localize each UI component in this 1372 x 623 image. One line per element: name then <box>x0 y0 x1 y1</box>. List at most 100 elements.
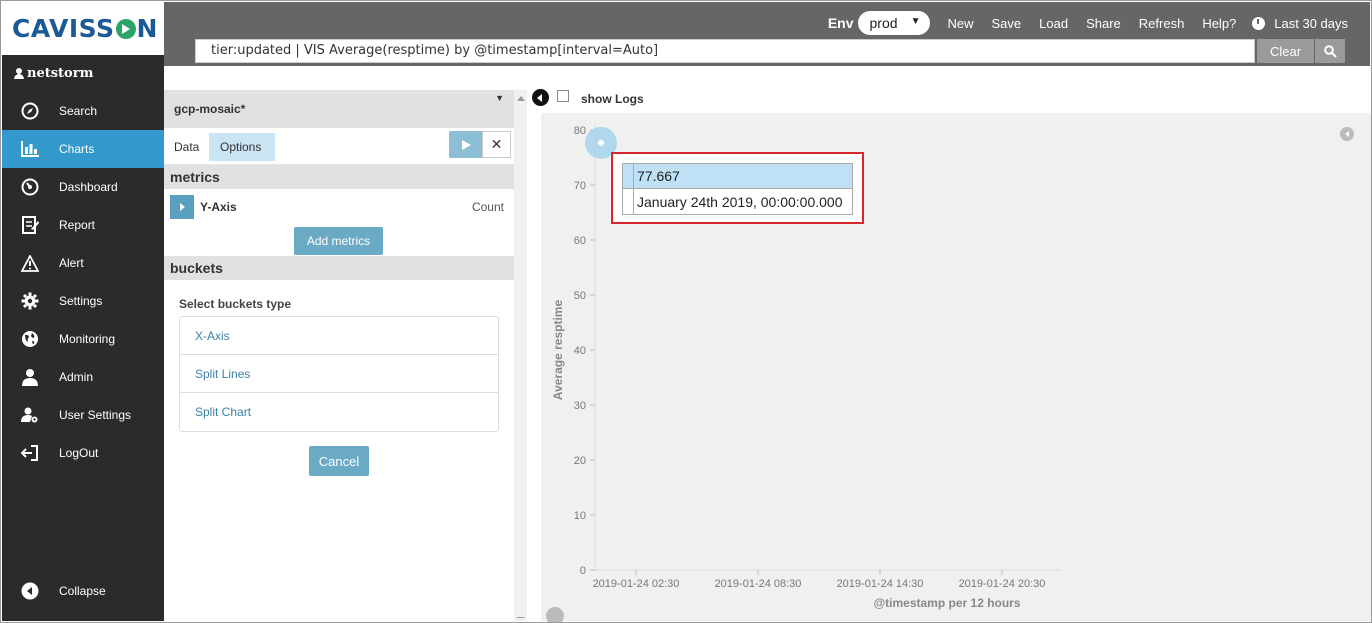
sidebar-item-settings[interactable]: Settings <box>2 282 164 320</box>
sidebar-item-alert[interactable]: Alert <box>2 244 164 282</box>
apply-button[interactable] <box>449 131 482 158</box>
tooltip-gutter <box>623 164 634 188</box>
clear-button[interactable]: Clear <box>1257 39 1314 63</box>
alert-icon <box>20 253 40 273</box>
buckets-header: buckets <box>164 256 514 280</box>
sidebar-item-label: Search <box>59 104 98 118</box>
logout-icon <box>20 443 40 463</box>
sidebar-item-label: Settings <box>59 294 103 308</box>
collapse-button[interactable]: Collapse <box>2 579 164 603</box>
tooltip-row: 77.667 <box>623 164 852 189</box>
y-axis-title: Average resptime <box>551 300 565 401</box>
user-name: netstorm <box>2 55 164 92</box>
query-input[interactable]: tier:updated | VIS Average(resptime) by … <box>195 39 1255 63</box>
sidebar-item-monitoring[interactable]: Monitoring <box>2 320 164 358</box>
bucket-split-lines[interactable]: Split Lines <box>180 355 498 393</box>
sidebar-item-label: Report <box>59 218 96 232</box>
gear-icon <box>20 291 40 311</box>
top-bar: Env prod ▼ New Save Load Share Refresh H… <box>164 2 1370 66</box>
sidebar-item-dashboard[interactable]: Dashboard <box>2 168 164 206</box>
sidebar-item-label: Charts <box>59 142 95 156</box>
tooltip-row: January 24th 2019, 00:00:00.000 <box>623 189 852 214</box>
select-buckets-label: Select buckets type <box>179 297 292 311</box>
discard-button[interactable]: ✕ <box>482 131 511 158</box>
y-tick-label: 10 <box>574 510 586 522</box>
bar-chart-icon <box>20 139 40 159</box>
y-tick-label: 50 <box>574 290 586 302</box>
index-pattern-name: gcp-mosaic* <box>174 102 246 116</box>
dashboard-icon <box>20 177 40 197</box>
y-tick-label: 70 <box>574 180 586 192</box>
compass-icon <box>20 101 40 121</box>
tab-data[interactable]: Data <box>164 133 211 161</box>
add-metrics-button[interactable]: Add metrics <box>294 227 383 255</box>
sidebar-item-user-settings[interactable]: User Settings <box>2 396 164 434</box>
collapse-icon <box>20 581 40 601</box>
logo-text-part: CAVISS <box>12 14 115 43</box>
collapse-label: Collapse <box>59 584 106 598</box>
metrics-header: metrics <box>164 165 514 189</box>
report-icon <box>20 215 40 235</box>
sidebar-item-label: Admin <box>59 370 94 384</box>
user-label: netstorm <box>27 66 94 81</box>
sidebar-item-label: Alert <box>59 256 84 270</box>
menu-save[interactable]: Save <box>992 16 1022 31</box>
logo-o-icon <box>115 18 136 39</box>
sidebar-item-report[interactable]: Report <box>2 206 164 244</box>
menu-load[interactable]: Load <box>1039 16 1068 31</box>
menu-new[interactable]: New <box>948 16 974 31</box>
sidebar: netstorm Search Charts Dashboard Report <box>2 55 164 621</box>
sidebar-item-admin[interactable]: Admin <box>2 358 164 396</box>
chart-tooltip: 77.667 January 24th 2019, 00:00:00.000 <box>622 163 853 215</box>
env-select[interactable]: prod ▼ <box>857 11 930 35</box>
collapse-spy-icon[interactable] <box>546 607 564 622</box>
tooltip-gutter <box>623 189 634 214</box>
user-icon <box>20 367 40 387</box>
play-icon <box>461 139 471 150</box>
app-frame: CAVISS N Env prod ▼ New Save Load Share R… <box>0 0 1372 623</box>
time-range-label: Last 30 days <box>1274 15 1348 31</box>
logo-text: CAVISS N <box>12 14 158 43</box>
env-value: prod <box>869 15 898 31</box>
tooltip-highlight: 77.667 January 24th 2019, 00:00:00.000 <box>611 152 864 224</box>
sidebar-item-label: Dashboard <box>59 180 118 194</box>
expand-metric-button[interactable] <box>170 195 194 219</box>
y-tick-label: 40 <box>574 345 586 357</box>
x-tick-label: 2019-01-24 08:30 <box>715 578 802 590</box>
menu-help[interactable]: Help? <box>1202 16 1236 31</box>
y-tick-label: 30 <box>574 400 586 412</box>
user-settings-icon <box>20 405 40 425</box>
index-pattern-header[interactable]: gcp-mosaic* ▼ <box>164 90 514 128</box>
globe-icon <box>20 329 40 349</box>
sidebar-item-charts[interactable]: Charts <box>2 130 164 168</box>
legend-toggle-icon[interactable] <box>1340 127 1354 141</box>
bucket-split-chart[interactable]: Split Chart <box>180 393 498 431</box>
menu-refresh[interactable]: Refresh <box>1139 16 1185 31</box>
sidebar-item-label: User Settings <box>59 408 132 422</box>
top-menu: Env prod ▼ New Save Load Share Refresh H… <box>828 11 1370 35</box>
show-logs-checkbox[interactable] <box>557 90 569 102</box>
x-tick-label: 2019-01-24 02:30 <box>593 578 680 590</box>
metric-aggregation: Count <box>471 200 504 214</box>
search-icon <box>1323 44 1337 58</box>
scroll-up-icon[interactable] <box>517 96 525 101</box>
editor-panel: gcp-mosaic* ▼ Data Options ✕ metrics Y-A… <box>164 90 514 621</box>
menu-share[interactable]: Share <box>1086 16 1121 31</box>
scroll-down-icon[interactable] <box>517 617 524 618</box>
time-range-picker[interactable]: Last 30 days <box>1252 16 1348 31</box>
env-label: Env <box>827 15 854 31</box>
sidebar-item-search[interactable]: Search <box>2 92 164 130</box>
tab-options[interactable]: Options <box>210 133 275 161</box>
sidebar-item-logout[interactable]: LogOut <box>2 434 164 472</box>
search-button[interactable] <box>1315 39 1345 63</box>
panel-scrollbar[interactable] <box>514 90 527 621</box>
tooltip-time: January 24th 2019, 00:00:00.000 <box>637 193 843 210</box>
y-tick-label: 80 <box>574 125 586 137</box>
bucket-x-axis[interactable]: X-Axis <box>180 317 498 355</box>
cancel-button[interactable]: Cancel <box>309 446 369 476</box>
toggle-editor-button[interactable] <box>532 89 549 106</box>
editor-tabs: Data Options ✕ <box>164 128 514 165</box>
dropdown-caret-icon[interactable]: ▼ <box>495 93 504 103</box>
bucket-type-list: X-Axis Split Lines Split Chart <box>179 316 499 432</box>
brand-logo[interactable]: CAVISS N <box>2 2 164 55</box>
